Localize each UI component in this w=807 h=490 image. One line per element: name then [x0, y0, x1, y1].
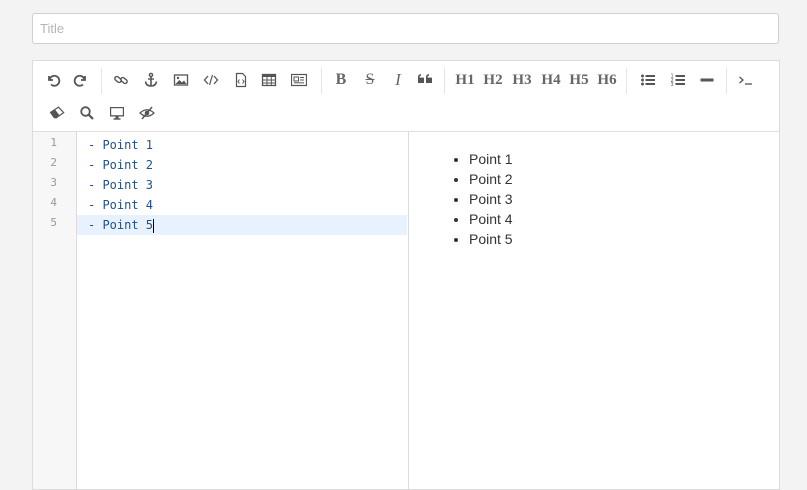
unordered-list-icon[interactable] — [636, 68, 660, 92]
h5-button[interactable]: H5 — [566, 68, 592, 92]
code-line-active[interactable]: - Point 5 — [77, 215, 407, 235]
toolbar-divider — [101, 68, 102, 94]
preview-list-item: Point 3 — [469, 189, 513, 209]
eye-slash-icon[interactable] — [135, 101, 159, 125]
ordered-list-icon[interactable]: 123 — [666, 68, 690, 92]
link-icon[interactable] — [109, 68, 133, 92]
search-icon[interactable] — [75, 101, 99, 125]
code-line[interactable]: - Point 4 — [77, 195, 407, 215]
toolbar-divider — [321, 68, 322, 94]
image-icon[interactable] — [169, 68, 193, 92]
h2-button[interactable]: H2 — [480, 68, 506, 92]
inline-code-icon[interactable] — [199, 68, 223, 92]
redo-icon[interactable] — [69, 68, 93, 92]
code-line[interactable]: - Point 2 — [77, 155, 407, 175]
markdown-source-pane[interactable]: - Point 1 - Point 2 - Point 3 - Point 4 … — [77, 132, 407, 489]
h3-button[interactable]: H3 — [509, 68, 535, 92]
line-number: 1 — [50, 136, 57, 149]
line-number-gutter: 1 2 3 4 5 — [33, 132, 77, 489]
line-number: 4 — [50, 196, 57, 209]
editor-toolbar: B S I H1 H2 H3 H4 H5 H6 123 — [33, 61, 779, 132]
code-line[interactable]: - Point 3 — [77, 175, 407, 195]
strikethrough-icon[interactable]: S — [357, 68, 383, 92]
line-number: 5 — [50, 216, 57, 229]
h4-button[interactable]: H4 — [538, 68, 564, 92]
desktop-icon[interactable] — [105, 101, 129, 125]
terminal-icon[interactable] — [734, 68, 758, 92]
code-block-icon[interactable] — [229, 68, 253, 92]
h1-button[interactable]: H1 — [452, 68, 478, 92]
quote-icon[interactable] — [413, 68, 437, 92]
horizontal-rule-icon[interactable] — [695, 68, 719, 92]
toolbar-divider — [726, 68, 727, 94]
preview-list: Point 1 Point 2 Point 3 Point 4 Point 5 — [409, 149, 513, 249]
code-line[interactable]: - Point 1 — [77, 135, 407, 155]
line-number: 2 — [50, 156, 57, 169]
code-line-text: - Point 5 — [88, 218, 154, 232]
h6-button[interactable]: H6 — [594, 68, 620, 92]
table-icon[interactable] — [257, 68, 281, 92]
preview-list-item: Point 4 — [469, 209, 513, 229]
toolbar-divider — [444, 68, 445, 94]
toolbar-divider — [626, 68, 627, 94]
svg-text:3: 3 — [671, 82, 674, 88]
eraser-icon[interactable] — [45, 101, 69, 125]
preview-list-item: Point 1 — [469, 149, 513, 169]
bold-icon[interactable]: B — [328, 68, 354, 92]
title-input[interactable] — [32, 13, 779, 44]
anchor-icon[interactable] — [139, 68, 163, 92]
html-entities-icon[interactable] — [287, 68, 311, 92]
preview-pane: Point 1 Point 2 Point 3 Point 4 Point 5 — [408, 132, 779, 489]
undo-icon[interactable] — [41, 68, 65, 92]
line-number: 3 — [50, 176, 57, 189]
preview-list-item: Point 2 — [469, 169, 513, 189]
text-cursor — [153, 218, 155, 233]
markdown-editor: B S I H1 H2 H3 H4 H5 H6 123 1 2 3 4 5 - … — [32, 60, 780, 490]
italic-icon[interactable]: I — [385, 68, 411, 92]
preview-list-item: Point 5 — [469, 229, 513, 249]
